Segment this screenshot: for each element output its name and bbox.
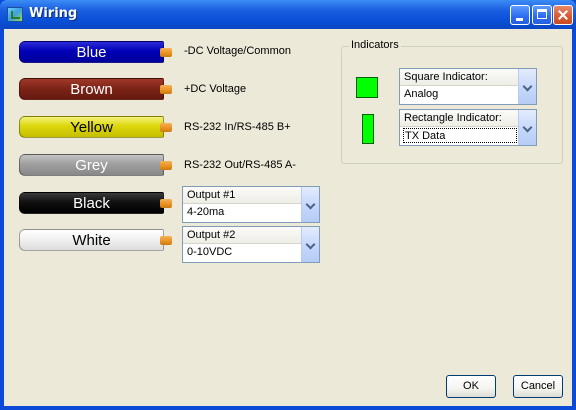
wire-yellow-tip xyxy=(160,123,172,132)
chevron-down-icon[interactable] xyxy=(301,187,319,222)
output-1-header: Output #1 xyxy=(183,187,301,204)
ok-button[interactable]: OK xyxy=(446,375,496,398)
output-2-header: Output #2 xyxy=(183,227,301,244)
square-indicator-preview xyxy=(356,77,378,98)
output-2-select[interactable]: Output #2 0-10VDC xyxy=(182,226,320,263)
wire-white-tip xyxy=(160,236,172,245)
wire-blue-description: -DC Voltage/Common xyxy=(184,45,291,57)
window-title: Wiring xyxy=(29,6,78,21)
title-bar[interactable]: Wiring xyxy=(0,0,576,29)
wire-brown: Brown xyxy=(19,78,164,100)
chevron-down-icon[interactable] xyxy=(518,69,536,104)
square-indicator-select[interactable]: Square Indicator: Analog xyxy=(399,68,537,105)
wire-grey-description: RS-232 Out/RS-485 A- xyxy=(184,159,296,171)
rectangle-indicator-header: Rectangle Indicator: xyxy=(400,110,518,127)
wire-blue-tip xyxy=(160,48,172,57)
wire-brown-label: Brown xyxy=(70,81,113,98)
wire-white: White xyxy=(19,229,164,251)
wire-brown-tip xyxy=(160,85,172,94)
wire-yellow: Yellow xyxy=(19,116,164,138)
rectangle-indicator-value: TX Data xyxy=(403,128,517,143)
maximize-button[interactable] xyxy=(532,5,552,25)
wiring-window: Wiring Blue -DC Voltage/Common Brown +DC… xyxy=(0,0,576,410)
dialog-body: Blue -DC Voltage/Common Brown +DC Voltag… xyxy=(4,29,572,406)
chevron-down-icon[interactable] xyxy=(518,110,536,145)
rectangle-indicator-select[interactable]: Rectangle Indicator: TX Data xyxy=(399,109,537,146)
close-button[interactable] xyxy=(553,5,573,25)
wire-yellow-description: RS-232 In/RS-485 B+ xyxy=(184,121,291,133)
wire-black: Black xyxy=(19,192,164,214)
wire-grey-tip xyxy=(160,161,172,170)
wire-white-label: White xyxy=(72,232,111,249)
wire-black-tip xyxy=(160,199,172,208)
wire-blue-label: Blue xyxy=(76,44,107,61)
output-2-value: 0-10VDC xyxy=(187,246,233,258)
wire-blue: Blue xyxy=(19,41,164,63)
indicators-group: Indicators xyxy=(341,39,563,164)
wire-brown-description: +DC Voltage xyxy=(184,83,247,95)
rectangle-indicator-preview xyxy=(362,114,374,144)
cancel-button[interactable]: Cancel xyxy=(513,375,563,398)
wire-yellow-label: Yellow xyxy=(70,119,113,136)
wire-grey-label: Grey xyxy=(75,157,108,174)
square-indicator-header: Square Indicator: xyxy=(400,69,518,86)
square-indicator-value: Analog xyxy=(404,88,439,100)
indicators-group-title: Indicators xyxy=(349,39,401,51)
chevron-down-icon[interactable] xyxy=(301,227,319,262)
output-1-select[interactable]: Output #1 4-20ma xyxy=(182,186,320,223)
wire-black-label: Black xyxy=(73,195,110,212)
minimize-button[interactable] xyxy=(510,5,530,25)
wire-grey: Grey xyxy=(19,154,164,176)
output-1-value: 4-20ma xyxy=(187,206,225,218)
wiring-app-icon xyxy=(7,7,23,22)
